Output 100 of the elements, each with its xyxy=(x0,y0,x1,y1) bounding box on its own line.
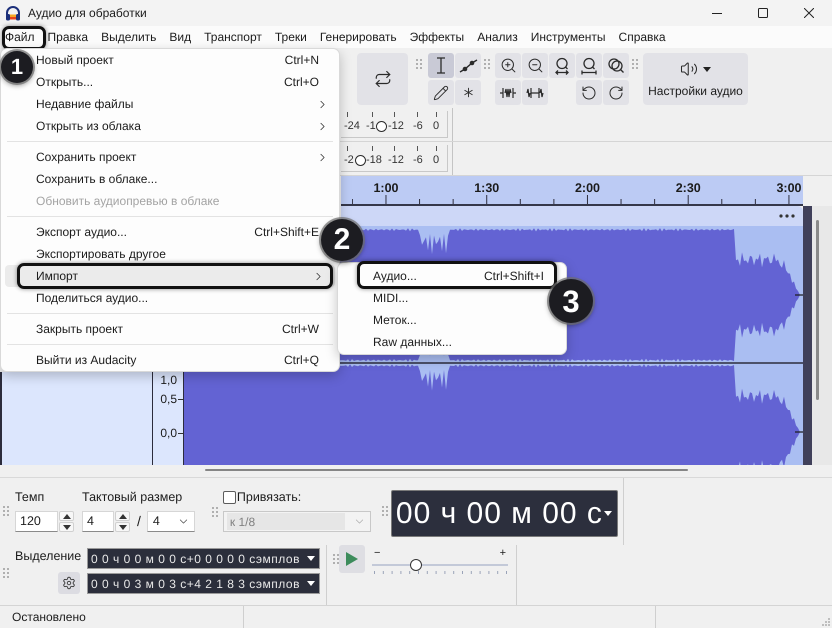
envelope-line-icon xyxy=(458,58,478,72)
scale-label: -24 xyxy=(344,120,360,133)
settings-button[interactable] xyxy=(58,572,80,594)
slider-thumb[interactable] xyxy=(376,121,386,132)
menu-title[interactable]: Эффекты xyxy=(410,28,464,46)
caret-up-icon xyxy=(62,514,70,518)
menu-title[interactable]: Правка xyxy=(48,28,88,46)
draw-tool-button[interactable] xyxy=(428,80,454,105)
beats-field[interactable]: 4 xyxy=(82,511,114,532)
audio-settings-button[interactable]: Настройки аудио xyxy=(643,53,748,105)
silence-button[interactable] xyxy=(522,80,548,105)
vertical-scrollbar[interactable] xyxy=(816,220,819,400)
time-label: 3:00 xyxy=(776,181,802,196)
resize-grip-icon[interactable] xyxy=(822,618,830,626)
selection-end-field[interactable]: 0 0 ч 0 3 м 0 3 с+4 2 1 8 3 сэмплов xyxy=(87,573,320,594)
tempo-label: Темп xyxy=(15,490,44,505)
time-label: 2:00 xyxy=(574,181,600,196)
menu-title[interactable]: Транспорт xyxy=(204,28,262,46)
grip-icon[interactable] xyxy=(3,506,9,516)
tempo-field[interactable]: 120 xyxy=(15,511,58,532)
menu-title[interactable]: Вид xyxy=(169,28,192,46)
meter-slider[interactable]: -24 -1 -12 -6 0 xyxy=(341,111,448,138)
menu-title[interactable]: Анализ xyxy=(477,28,518,46)
zoom-in-icon xyxy=(500,57,516,74)
menu-item[interactable]: Сохранить в облаке... xyxy=(36,171,319,187)
grip-icon[interactable] xyxy=(333,554,339,564)
menu-title[interactable]: Справка xyxy=(618,28,666,46)
selection-start-field[interactable]: 0 0 ч 0 0 м 0 0 с+0 0 0 0 0 сэмплов xyxy=(87,548,320,569)
menu-item[interactable]: Меток... xyxy=(373,312,544,328)
horizontal-scrollbar[interactable] xyxy=(205,469,688,471)
maximize-icon xyxy=(758,8,768,18)
time-label: 1:00 xyxy=(373,181,399,196)
menu-title[interactable]: Выделить xyxy=(101,28,156,46)
multi-tool-button[interactable] xyxy=(455,80,481,105)
selection-tool-button[interactable] xyxy=(428,53,454,78)
play-button[interactable] xyxy=(339,545,365,573)
spin-down-button[interactable] xyxy=(115,522,130,532)
menu-item[interactable]: Новый проект Ctrl+N xyxy=(36,52,319,68)
minus-label: − xyxy=(374,547,380,559)
menu-title[interactable]: Треки xyxy=(274,28,307,46)
menu-item[interactable]: Закрыть проект Ctrl+W xyxy=(36,321,319,337)
menu-title[interactable]: Генерировать xyxy=(320,28,397,46)
more-icon[interactable] xyxy=(779,214,795,218)
step-number-badge: 2 xyxy=(321,219,363,261)
speed-slider[interactable] xyxy=(372,559,508,571)
timeline-ruler[interactable]: 1:00 1:30 2:00 2:30 3:00 xyxy=(341,176,803,206)
envelope-tool-button[interactable] xyxy=(455,53,481,78)
trim-button[interactable] xyxy=(495,80,521,105)
redo-button[interactable] xyxy=(603,80,629,105)
menu-item[interactable]: Поделиться аудио... xyxy=(36,290,319,306)
shortcut-label: Ctrl+W xyxy=(282,321,319,337)
fit-project-button[interactable] xyxy=(576,53,602,78)
beat-value-dropdown[interactable]: 4 xyxy=(146,511,195,532)
loop-icon xyxy=(374,70,392,88)
menu-title[interactable]: Файл xyxy=(5,28,35,46)
menu-item[interactable]: Raw данных... xyxy=(373,334,544,350)
grip-icon[interactable] xyxy=(484,59,490,69)
spin-up-button[interactable] xyxy=(115,511,130,521)
menu-title[interactable]: Инструменты xyxy=(530,28,606,46)
zoom-in-button[interactable] xyxy=(495,53,521,78)
undo-icon xyxy=(581,84,597,100)
undo-button[interactable] xyxy=(576,80,602,105)
clip-header[interactable] xyxy=(341,206,803,226)
loop-button[interactable] xyxy=(357,53,408,105)
scale-label: 0 xyxy=(433,120,440,133)
slider-thumb[interactable] xyxy=(410,559,422,571)
menu-item[interactable]: Открыть... Ctrl+O xyxy=(36,74,319,90)
slider-thumb[interactable] xyxy=(354,155,366,166)
play-icon xyxy=(346,552,358,566)
time-label: 2:30 xyxy=(676,181,701,196)
slash-label: / xyxy=(137,512,141,531)
plus-label: + xyxy=(500,547,506,559)
menu-item[interactable]: Экспорт аудио... Ctrl+Shift+E xyxy=(36,224,319,240)
scale-label: -6 xyxy=(413,154,423,167)
amplitude-label: 0,5 xyxy=(160,392,177,406)
menu-item[interactable]: Недавние файлы xyxy=(36,96,329,112)
menu-item[interactable]: Сохранить проект xyxy=(36,149,329,165)
grip-icon[interactable] xyxy=(3,568,9,578)
scale-label: 0 xyxy=(433,154,440,167)
fit-selection-button[interactable] xyxy=(549,53,575,78)
spin-down-button[interactable] xyxy=(59,522,74,532)
meter-slider[interactable]: -2 -18 -12 -6 0 xyxy=(341,145,448,172)
caret-up-icon xyxy=(118,514,126,518)
zoom-out-button[interactable] xyxy=(522,53,548,78)
menu-item[interactable]: Аудио... Ctrl+Shift+I xyxy=(373,268,544,284)
grip-icon[interactable] xyxy=(632,59,638,69)
spin-up-button[interactable] xyxy=(59,511,74,521)
grip-icon[interactable] xyxy=(382,506,388,516)
zoom-toggle-button[interactable] xyxy=(603,53,629,78)
grip-icon[interactable] xyxy=(212,507,218,517)
menu-item[interactable]: Импорт xyxy=(5,265,335,287)
magnifier-arrows-icon xyxy=(553,56,571,74)
menu-item[interactable]: Выйти из Audacity Ctrl+Q xyxy=(36,352,319,368)
menu-item[interactable]: Экспортировать другое xyxy=(36,246,319,262)
time-display[interactable]: 00 ч 00 м 00 с xyxy=(390,490,618,537)
menu-item[interactable]: MIDI... xyxy=(373,290,544,306)
pencil-icon xyxy=(433,84,449,100)
caret-down-icon xyxy=(118,524,126,530)
menu-item[interactable]: Открыть из облака xyxy=(36,118,329,134)
grip-icon[interactable] xyxy=(416,59,422,69)
